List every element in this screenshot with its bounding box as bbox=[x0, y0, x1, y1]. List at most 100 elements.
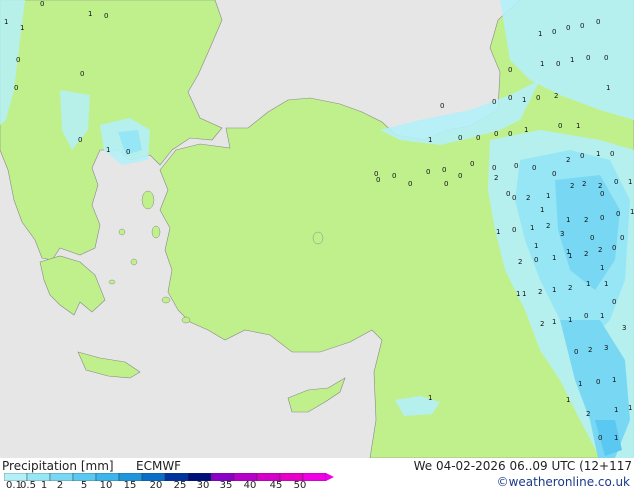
precip-value-label: 2 bbox=[598, 246, 602, 254]
precip-value-label: 2 bbox=[584, 250, 588, 258]
precip-value-label: 2 bbox=[582, 180, 586, 188]
legend-tick-label: 15 bbox=[123, 480, 137, 491]
precip-value-label: 1 bbox=[614, 434, 618, 442]
legend-tick-label: 45 bbox=[269, 480, 283, 491]
precip-value-label: 0 bbox=[508, 66, 512, 74]
precip-value-label: 0 bbox=[14, 84, 18, 92]
precip-value-label: 0 bbox=[458, 134, 462, 142]
legend-tick-label: 0.5 bbox=[20, 480, 36, 491]
legend-tick-label: 50 bbox=[293, 480, 307, 491]
legend-tick-label: 10 bbox=[99, 480, 113, 491]
precip-value-label: 0 bbox=[104, 12, 108, 20]
precip-value-label: 0 bbox=[616, 210, 620, 218]
precip-value-label: 0 bbox=[426, 168, 430, 176]
precip-value-label: 1 bbox=[628, 404, 632, 412]
precip-value-label: 0 bbox=[620, 234, 624, 242]
precip-value-label: 1 bbox=[106, 146, 110, 154]
precip-value-label: 1 bbox=[522, 290, 526, 298]
precip-value-label: 1 bbox=[546, 192, 550, 200]
legend-tick-label: 20 bbox=[149, 480, 163, 491]
valid-datetime: We 04-02-2026 06..09 UTC (12+117 bbox=[413, 459, 632, 473]
legend-tick-label: 25 bbox=[173, 480, 187, 491]
precip-value-label: 0 bbox=[470, 160, 474, 168]
precip-value-label: 0 bbox=[596, 378, 600, 386]
precip-value-label: 1 bbox=[428, 136, 432, 144]
precip-value-label: 1 bbox=[552, 254, 556, 262]
precip-value-label: 0 bbox=[604, 54, 608, 62]
precip-value-label: 2 bbox=[598, 182, 602, 190]
precip-value-label: 0 bbox=[492, 98, 496, 106]
precip-value-label: 2 bbox=[526, 194, 530, 202]
precip-value-label: 2 bbox=[494, 174, 498, 182]
precip-value-label: 1 bbox=[552, 286, 556, 294]
precip-value-label: 2 bbox=[568, 284, 572, 292]
precip-value-label: 2 bbox=[570, 182, 574, 190]
precip-value-label: 1 bbox=[596, 150, 600, 158]
precip-value-label: 1 bbox=[566, 248, 570, 256]
precip-value-label: 0 bbox=[376, 176, 380, 184]
precip-value-label: 0 bbox=[598, 434, 602, 442]
precip-value-label: 0 bbox=[440, 102, 444, 110]
precip-value-label: 0 bbox=[512, 194, 516, 202]
precip-value-label: 0 bbox=[492, 164, 496, 172]
precip-value-label: 0 bbox=[556, 60, 560, 68]
precip-value-label: 2 bbox=[540, 320, 544, 328]
precip-value-label: 3 bbox=[622, 324, 626, 332]
precip-value-label: 0 bbox=[536, 94, 540, 102]
precip-value-label: 0 bbox=[514, 162, 518, 170]
precip-value-label: 1 bbox=[496, 228, 500, 236]
precip-value-label: 1 bbox=[566, 396, 570, 404]
precip-value-label: 1 bbox=[600, 264, 604, 272]
legend-tick-labels: 0.1 0.5 1 2 5 10 15 20 25 30 35 40 45 50 bbox=[0, 480, 340, 491]
precip-value-label: 0 bbox=[580, 152, 584, 160]
precip-value-label: 1 bbox=[428, 394, 432, 402]
precip-value-label: 0 bbox=[552, 28, 556, 36]
model-name: ECMWF bbox=[136, 459, 182, 473]
precip-value-label: 0 bbox=[612, 298, 616, 306]
precip-value-label: 0 bbox=[600, 214, 604, 222]
precip-value-label: 0 bbox=[534, 256, 538, 264]
precip-value-label: 0 bbox=[552, 170, 556, 178]
legend-tick-label: 2 bbox=[56, 480, 64, 491]
precip-value-label: 2 bbox=[588, 346, 592, 354]
precip-value-label: 0 bbox=[16, 56, 20, 64]
precip-value-label: 1 bbox=[628, 178, 632, 186]
precip-value-label: 2 bbox=[584, 216, 588, 224]
precip-value-label: 0 bbox=[494, 130, 498, 138]
precip-value-label: 0 bbox=[596, 18, 600, 26]
precip-value-label: 0 bbox=[566, 24, 570, 32]
precip-value-label: 0 bbox=[458, 172, 462, 180]
precip-value-label: 0 bbox=[512, 226, 516, 234]
precip-value-label: 1 bbox=[614, 406, 618, 414]
legend-tick-label: 1 bbox=[40, 480, 48, 491]
precip-value-label: 0 bbox=[532, 164, 536, 172]
precip-value-label: 0 bbox=[590, 234, 594, 242]
precip-value-label: 1 bbox=[612, 376, 616, 384]
precip-value-label: 1 bbox=[534, 242, 538, 250]
legend-tick-label: 35 bbox=[219, 480, 233, 491]
map-title: Precipitation [mm] bbox=[2, 459, 114, 473]
precip-value-label: 0 bbox=[580, 22, 584, 30]
precip-value-label: 0 bbox=[614, 178, 618, 186]
site-credit-link[interactable]: ©weatheronline.co.uk bbox=[497, 475, 630, 489]
precip-value-label: 0 bbox=[444, 180, 448, 188]
precip-value-label: 1 bbox=[530, 224, 534, 232]
precip-value-label: 0 bbox=[40, 0, 44, 8]
footer-bar: Precipitation [mm] ECMWF We 04-02-2026 0… bbox=[0, 458, 634, 491]
precip-value-label: 3 bbox=[560, 230, 564, 238]
precip-value-label: 1 bbox=[576, 122, 580, 130]
precip-value-label: 0 bbox=[392, 172, 396, 180]
precip-value-label: 1 bbox=[586, 280, 590, 288]
precip-value-label: 0 bbox=[476, 134, 480, 142]
precip-value-label: 1 bbox=[20, 24, 24, 32]
precip-value-label: 1 bbox=[606, 84, 610, 92]
precip-value-label: 1 bbox=[570, 56, 574, 64]
precip-value-label: 2 bbox=[518, 258, 522, 266]
precip-value-label: 0 bbox=[612, 244, 616, 252]
legend-tick-label: 5 bbox=[80, 480, 88, 491]
precipitation-map: 0 1 0 1 1 0 0 0 0 1 0 0 0 0 1 0 2 1 0 0 0 0 1 0 1 0 0 0 1 0 0 0 1 1 0 0 1 0 0 0… bbox=[0, 0, 634, 458]
precip-value-label: 0 bbox=[126, 148, 130, 156]
precip-value-label: 2 bbox=[538, 288, 542, 296]
precip-value-label: 0 bbox=[78, 136, 82, 144]
precip-value-label: 0 bbox=[610, 150, 614, 158]
